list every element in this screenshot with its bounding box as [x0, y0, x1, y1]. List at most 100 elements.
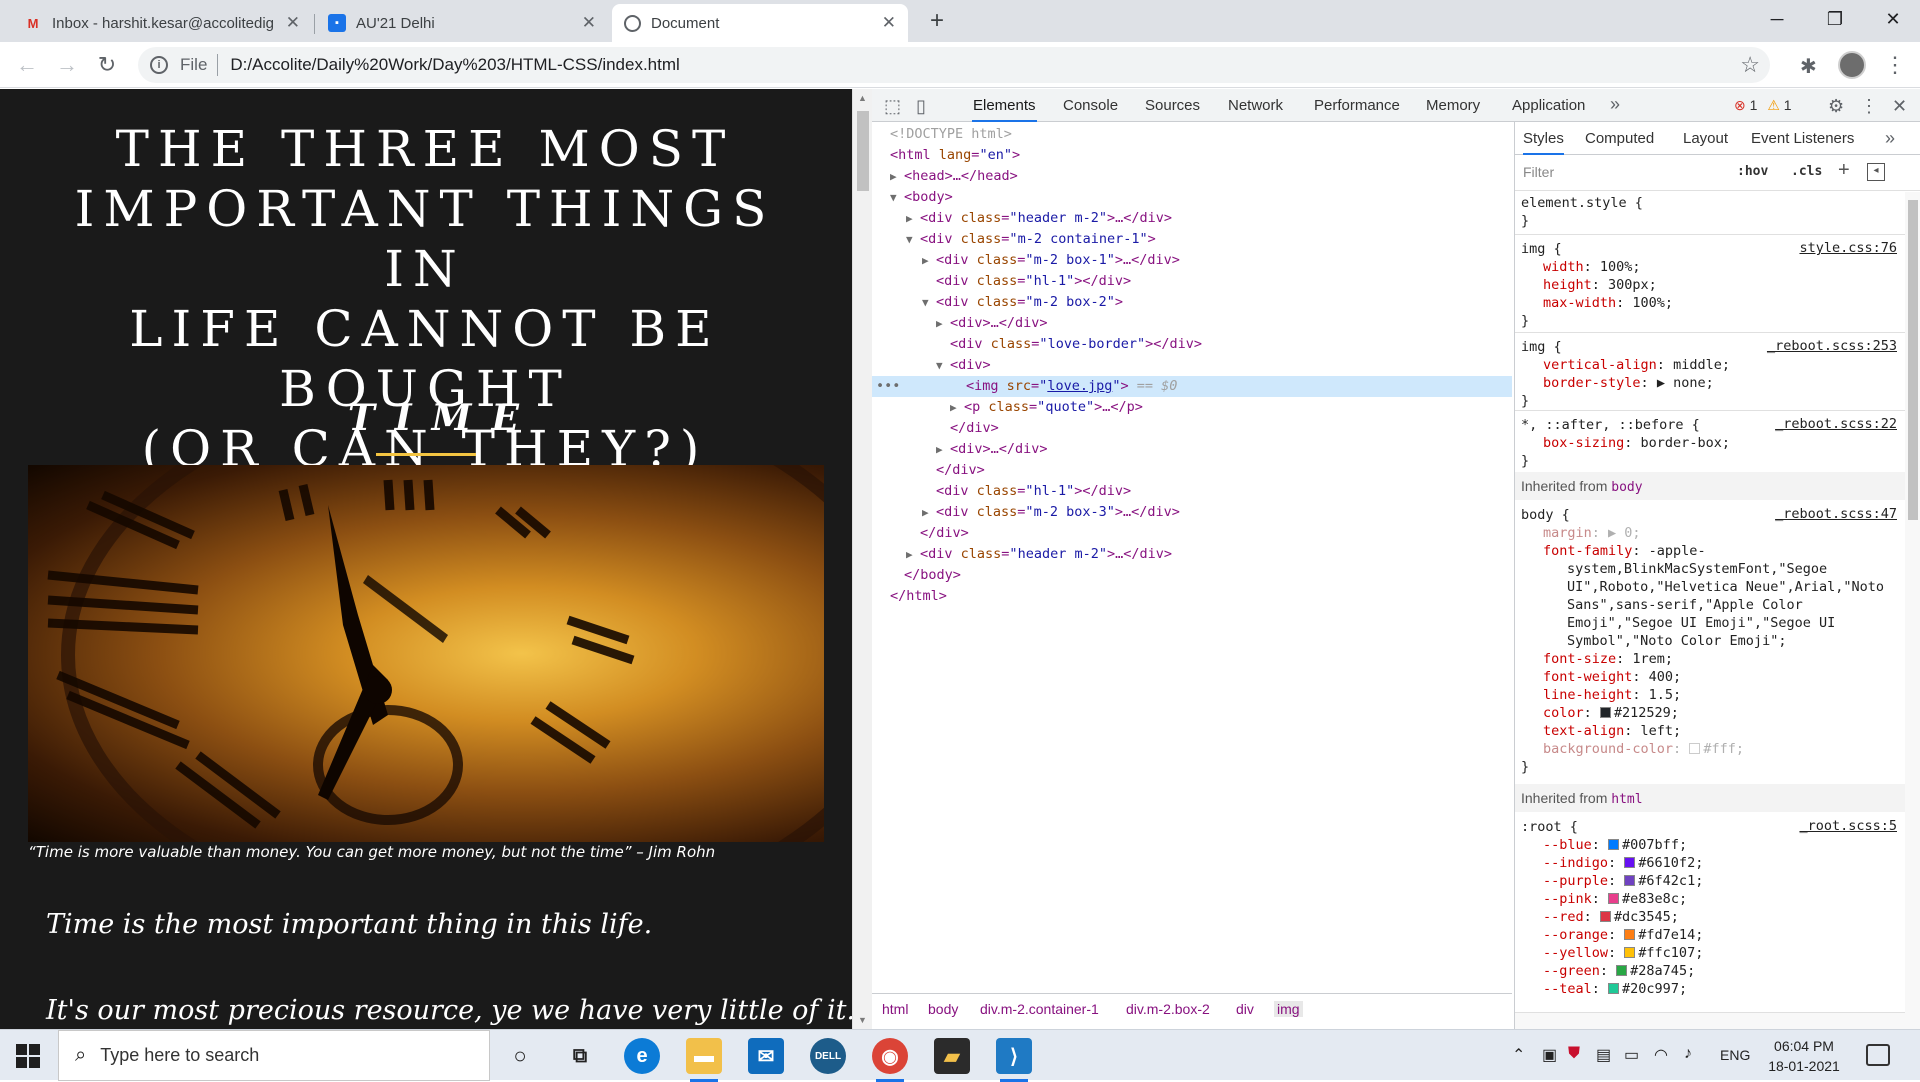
close-icon[interactable]: ✕	[582, 13, 596, 33]
rule-selector[interactable]: body {	[1521, 506, 1570, 524]
css-declaration[interactable]: margin: ▶ 0;	[1521, 524, 1641, 542]
tab-layout[interactable]: Layout	[1683, 122, 1728, 155]
tab-application[interactable]: Application	[1511, 89, 1586, 122]
dom-node[interactable]: ▶ <div class="header m-2">…</div>	[872, 208, 1512, 229]
volume-icon[interactable]: ♪	[1684, 1045, 1692, 1063]
css-declaration[interactable]: text-align: left;	[1521, 722, 1681, 740]
tab-performance[interactable]: Performance	[1313, 89, 1401, 122]
rule-selector[interactable]: img {	[1521, 240, 1562, 258]
scrollbar-thumb[interactable]	[1908, 200, 1918, 520]
cortana-icon[interactable]: ○	[502, 1038, 538, 1074]
tab-elements[interactable]: Elements	[972, 89, 1037, 122]
tab-event-listeners[interactable]: Event Listeners	[1751, 122, 1854, 155]
avatar[interactable]	[1838, 51, 1866, 79]
color-swatch[interactable]	[1599, 911, 1611, 922]
color-swatch[interactable]	[1624, 875, 1636, 886]
css-variable[interactable]: --indigo: #6610f2;	[1521, 854, 1703, 872]
scroll-down-icon[interactable]: ▼	[858, 1015, 867, 1025]
color-swatch[interactable]	[1608, 839, 1620, 850]
close-window-button[interactable]: ✕	[1864, 0, 1920, 40]
address-bar[interactable]: i File D:/Accolite/Daily%20Work/Day%203/…	[138, 47, 1770, 83]
close-devtools-icon[interactable]: ✕	[1892, 96, 1907, 117]
device-toolbar-icon[interactable]: ▯	[916, 96, 926, 117]
new-rule-icon[interactable]: +	[1838, 159, 1850, 182]
dom-node[interactable]: <div class="hl-1"></div>	[872, 481, 1512, 502]
tab-console[interactable]: Console	[1062, 89, 1119, 122]
css-declaration[interactable]: background-color: #fff;	[1521, 740, 1744, 758]
img-src-link[interactable]: love.jpg	[1047, 378, 1112, 394]
tab-document[interactable]: Document ✕	[612, 4, 908, 42]
expand-icon[interactable]: ▶	[922, 250, 936, 271]
dom-node[interactable]: </div>	[872, 460, 1512, 481]
battery-icon[interactable]: ▭	[1624, 1045, 1639, 1065]
css-declaration[interactable]: max-width: 100%;	[1521, 294, 1673, 312]
dell-icon[interactable]: DELL	[810, 1038, 846, 1074]
tab-au21-delhi[interactable]: ▪ AU'21 Delhi ✕	[316, 4, 608, 42]
close-icon[interactable]: ✕	[882, 13, 896, 33]
taskbar-search[interactable]: ⌕ Type here to search	[58, 1030, 490, 1081]
dom-node[interactable]: ▼ <div class="m-2 container-1">	[872, 229, 1512, 250]
page-scrollbar[interactable]: ▲ ▼	[852, 89, 872, 1029]
dom-node[interactable]: ▶ <div class="m-2 box-1">…</div>	[872, 250, 1512, 271]
dom-node[interactable]: ▼ <div>	[872, 355, 1512, 376]
css-declaration[interactable]: color: #212529;	[1521, 704, 1679, 722]
back-icon[interactable]: ←	[12, 50, 42, 80]
color-swatch[interactable]	[1624, 929, 1636, 940]
dom-node[interactable]: </div>	[872, 523, 1512, 544]
color-swatch[interactable]	[1599, 707, 1611, 718]
color-swatch[interactable]	[1616, 965, 1628, 976]
dom-node[interactable]: ▶ <div class="header m-2">…</div>	[872, 544, 1512, 565]
reload-icon[interactable]: ↻	[92, 50, 122, 80]
tab-gmail[interactable]: M Inbox - harshit.kesar@accolitedig ✕	[12, 4, 312, 42]
rule-selector[interactable]: element.style {	[1521, 194, 1643, 212]
devtools-menu-icon[interactable]: ⋮	[1860, 96, 1878, 117]
antivirus-icon[interactable]: ⛊	[1568, 1045, 1580, 1063]
css-variable[interactable]: --red: #dc3545;	[1521, 908, 1679, 926]
more-actions-icon[interactable]: •••	[876, 376, 900, 397]
crumb-img[interactable]: img	[1274, 1001, 1303, 1017]
dom-node-selected[interactable]: ••• <img src="love.jpg"> == $0	[872, 376, 1512, 397]
taskbar-clock[interactable]: 06:04 PM 18-01-2021	[1764, 1036, 1844, 1076]
dom-node[interactable]: ▶ <div class="m-2 box-3">…</div>	[872, 502, 1512, 523]
css-declaration[interactable]: font-weight: 400;	[1521, 668, 1681, 686]
vscode-icon[interactable]: ⟩	[996, 1038, 1032, 1082]
sticky-notes-icon[interactable]: ▰	[934, 1038, 970, 1074]
rule-source-link[interactable]: _reboot.scss:47	[1775, 506, 1897, 522]
minimize-button[interactable]: ─	[1748, 0, 1806, 40]
mail-icon[interactable]: ✉	[748, 1038, 784, 1074]
css-declaration[interactable]: vertical-align: middle;	[1521, 356, 1730, 374]
inspect-element-icon[interactable]: ⬚	[884, 96, 901, 117]
rule-source-link[interactable]: _root.scss:5	[1799, 818, 1897, 834]
css-variable[interactable]: --purple: #6f42c1;	[1521, 872, 1703, 890]
css-declaration[interactable]: font-family: -apple-	[1521, 542, 1706, 560]
crumb-html[interactable]: html	[882, 1001, 908, 1017]
css-declaration[interactable]: height: 300px;	[1521, 276, 1657, 294]
css-variable[interactable]: --blue: #007bff;	[1521, 836, 1687, 854]
dom-node[interactable]: </html>	[872, 586, 1512, 607]
dom-node[interactable]: </div>	[872, 418, 1512, 439]
dom-node[interactable]: <div class="love-border"></div>	[872, 334, 1512, 355]
wifi-icon[interactable]: ◠	[1654, 1045, 1668, 1065]
hov-toggle[interactable]: :hov	[1737, 164, 1768, 179]
scroll-up-icon[interactable]: ▲	[858, 93, 867, 103]
task-view-icon[interactable]: ⧉	[562, 1038, 598, 1074]
color-swatch[interactable]	[1624, 857, 1636, 868]
tab-network[interactable]: Network	[1227, 89, 1284, 122]
dom-node[interactable]: </body>	[872, 565, 1512, 586]
extensions-icon[interactable]: ✱	[1800, 54, 1817, 79]
menu-kebab-icon[interactable]: ⋮	[1884, 52, 1906, 78]
dom-node[interactable]: ▶ <div>…</div>	[872, 439, 1512, 460]
collapse-icon[interactable]: ▼	[936, 355, 950, 376]
expand-icon[interactable]: ▶	[906, 544, 920, 565]
crumb-box2[interactable]: div.m-2.box-2	[1126, 1001, 1210, 1017]
rule-selector[interactable]: :root {	[1521, 818, 1578, 836]
rule-source-link[interactable]: style.css:76	[1799, 240, 1897, 256]
dom-node[interactable]: ▼ <div class="m-2 box-2">	[872, 292, 1512, 313]
styles-scrollbar[interactable]	[1905, 192, 1920, 1029]
expand-icon[interactable]: ▶	[936, 439, 950, 460]
crumb-body[interactable]: body	[928, 1001, 958, 1017]
dom-node[interactable]: <html lang="en">	[872, 145, 1512, 166]
css-declaration[interactable]: box-sizing: border-box;	[1521, 434, 1730, 452]
dom-node[interactable]: ▶ <head>…</head>	[872, 166, 1512, 187]
network-adapter-icon[interactable]: ▤	[1596, 1045, 1611, 1065]
